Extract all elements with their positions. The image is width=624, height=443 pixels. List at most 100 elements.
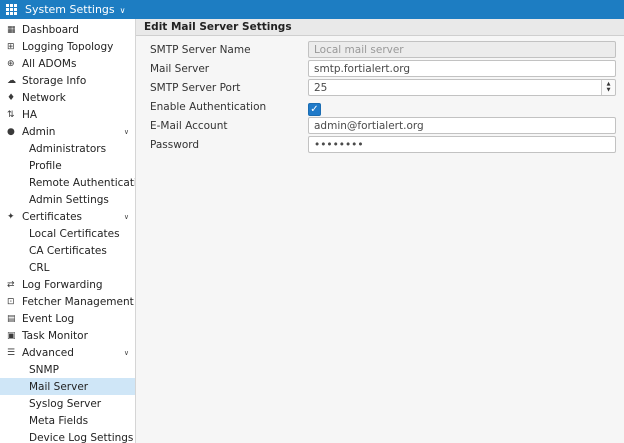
- sidebar-item-label: All ADOMs: [22, 58, 76, 70]
- mail-server-input[interactable]: [308, 60, 616, 77]
- sidebar-item-ha[interactable]: ⇅HA: [0, 106, 135, 123]
- password-input[interactable]: [308, 136, 616, 153]
- dashboard-icon: ▦: [7, 25, 22, 35]
- chevron-down-icon: ∨: [120, 7, 126, 15]
- task-monitor-icon: ▣: [7, 331, 22, 341]
- field-control: ✓: [308, 97, 616, 116]
- all-adoms-icon: ⊕: [7, 59, 22, 69]
- form-row-e-mail-account: E-Mail Account: [150, 117, 616, 134]
- sidebar-item-dashboard[interactable]: ▦Dashboard: [0, 21, 135, 38]
- event-log-icon: ▤: [7, 314, 22, 324]
- page-title: Edit Mail Server Settings: [136, 19, 624, 36]
- sidebar-item-administrators[interactable]: Administrators: [0, 140, 135, 157]
- system-settings-menu[interactable]: System Settings ∨: [25, 3, 126, 16]
- main-content: Edit Mail Server Settings SMTP Server Na…: [136, 19, 624, 443]
- sidebar-item-certificates[interactable]: ✦Certificates ∨: [0, 208, 135, 225]
- form-row-password: Password: [150, 136, 616, 153]
- sidebar-item-admin[interactable]: ●Admin ∨: [0, 123, 135, 140]
- layout: ▦Dashboard⊞Logging Topology⊕All ADOMs☁St…: [0, 19, 624, 443]
- sidebar-item-label: SNMP: [29, 364, 59, 376]
- sidebar-item-syslog-server[interactable]: Syslog Server: [0, 395, 135, 412]
- storage-info-icon: ☁: [7, 76, 22, 86]
- sidebar-item-label: Dashboard: [22, 24, 79, 36]
- sidebar-item-storage-info[interactable]: ☁Storage Info: [0, 72, 135, 89]
- port-stepper[interactable]: ▲▼: [601, 80, 615, 95]
- sidebar-item-label: Logging Topology: [22, 41, 113, 53]
- sidebar-item-event-log[interactable]: ▤Event Log: [0, 310, 135, 327]
- sidebar-item-logging-topology[interactable]: ⊞Logging Topology: [0, 38, 135, 55]
- sidebar-item-label: Profile: [29, 160, 62, 172]
- sidebar-item-label: Mail Server: [29, 381, 88, 393]
- sidebar-item-network[interactable]: ♦Network: [0, 89, 135, 106]
- sidebar-item-label: Admin Settings: [29, 194, 109, 206]
- form-row-smtp-server-name: SMTP Server Name: [150, 41, 616, 58]
- sidebar-item-label: Meta Fields: [29, 415, 88, 427]
- sidebar-item-fetcher-management[interactable]: ⊡Fetcher Management: [0, 293, 135, 310]
- sidebar-item-advanced[interactable]: ☰Advanced∨: [0, 344, 135, 361]
- sidebar-item-admin-settings[interactable]: Admin Settings: [0, 191, 135, 208]
- field-label: SMTP Server Name: [150, 44, 308, 56]
- sidebar-item-label: CRL: [29, 262, 49, 274]
- sidebar-item-label: Admin: [22, 126, 55, 138]
- sidebar-item-remote-authentication-server[interactable]: Remote Authentication Server: [0, 174, 135, 191]
- sidebar-item-label: Storage Info: [22, 75, 86, 87]
- advanced-icon: ☰: [7, 348, 22, 358]
- field-label: Password: [150, 139, 308, 151]
- admin-icon: ●: [7, 127, 22, 137]
- sidebar-item-task-monitor[interactable]: ▣Task Monitor: [0, 327, 135, 344]
- topbar-title-label: System Settings: [25, 3, 115, 16]
- field-label: E-Mail Account: [150, 120, 308, 132]
- sidebar-item-label: Event Log: [22, 313, 74, 325]
- sidebar-item-mail-server[interactable]: Mail Server: [0, 378, 135, 395]
- field-control: [308, 41, 616, 58]
- log-forwarding-icon: ⇄: [7, 280, 22, 290]
- sidebar-item-snmp[interactable]: SNMP: [0, 361, 135, 378]
- field-label: SMTP Server Port: [150, 82, 308, 94]
- chevron-down-icon: ∨: [124, 213, 129, 221]
- sidebar-item-label: Network: [22, 92, 66, 104]
- sidebar-item-log-forwarding[interactable]: ⇄Log Forwarding: [0, 276, 135, 293]
- sidebar-item-local-certificates[interactable]: Local Certificates: [0, 225, 135, 242]
- sidebar-item-label: Task Monitor: [22, 330, 88, 342]
- sidebar: ▦Dashboard⊞Logging Topology⊕All ADOMs☁St…: [0, 19, 136, 443]
- fetcher-management-icon: ⊡: [7, 297, 22, 307]
- sidebar-item-label: HA: [22, 109, 37, 121]
- sidebar-item-label: Local Certificates: [29, 228, 120, 240]
- sidebar-item-device-log-settings[interactable]: Device Log Settings: [0, 429, 135, 443]
- ha-icon: ⇅: [7, 110, 22, 120]
- sidebar-item-crl[interactable]: CRL: [0, 259, 135, 276]
- sidebar-item-label: Device Log Settings: [29, 432, 133, 443]
- mail-server-form: SMTP Server Name Mail Server SMTP Server P…: [136, 36, 624, 155]
- sidebar-item-all-adoms[interactable]: ⊕All ADOMs: [0, 55, 135, 72]
- smtp-server-name-input[interactable]: [308, 41, 616, 58]
- form-row-smtp-server-port: SMTP Server Port ▲▼: [150, 79, 616, 96]
- sidebar-item-label: CA Certificates: [29, 245, 107, 257]
- field-label: Enable Authentication: [150, 101, 308, 113]
- topbar: System Settings ∨: [0, 0, 624, 19]
- sidebar-item-label: Remote Authentication Server: [29, 177, 136, 189]
- field-label: Mail Server: [150, 63, 308, 75]
- sidebar-item-meta-fields[interactable]: Meta Fields: [0, 412, 135, 429]
- smtp-server-port-input[interactable]: [308, 79, 616, 96]
- email-account-input[interactable]: [308, 117, 616, 134]
- field-control: [308, 136, 616, 153]
- sidebar-item-label: Advanced: [22, 347, 74, 359]
- chevron-down-icon: ∨: [124, 128, 129, 136]
- sidebar-item-label: Certificates: [22, 211, 82, 223]
- field-control: ▲▼: [308, 79, 616, 96]
- network-icon: ♦: [7, 93, 22, 103]
- field-control: [308, 117, 616, 134]
- logging-topology-icon: ⊞: [7, 42, 22, 52]
- form-row-enable-authentication: Enable Authentication✓: [150, 98, 616, 115]
- certificates-icon: ✦: [7, 212, 22, 222]
- sidebar-item-ca-certificates[interactable]: CA Certificates: [0, 242, 135, 259]
- sidebar-item-label: Fetcher Management: [22, 296, 134, 308]
- enable-authentication-checkbox[interactable]: ✓: [308, 103, 321, 116]
- stepper-down-icon[interactable]: ▼: [607, 88, 611, 93]
- sidebar-item-label: Syslog Server: [29, 398, 101, 410]
- sidebar-item-label: Log Forwarding: [22, 279, 103, 291]
- apps-grid-icon[interactable]: [6, 4, 17, 15]
- field-control: [308, 60, 616, 77]
- form-row-mail-server: Mail Server: [150, 60, 616, 77]
- sidebar-item-profile[interactable]: Profile: [0, 157, 135, 174]
